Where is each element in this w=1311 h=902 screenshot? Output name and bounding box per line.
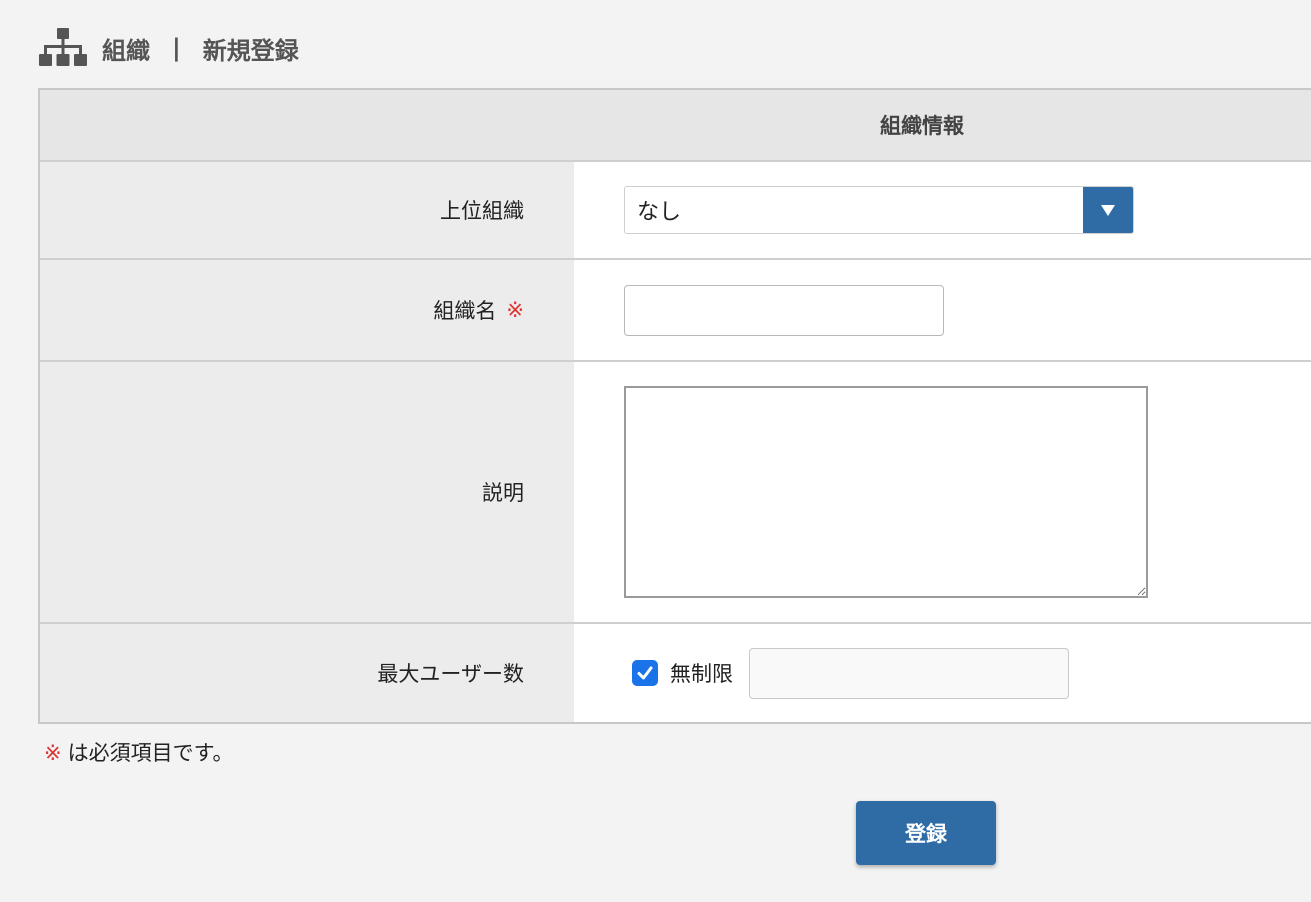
- parent-org-selected-value: なし: [637, 200, 682, 225]
- org-name-input[interactable]: [624, 284, 944, 336]
- row-org-name: 組織名 ※: [40, 260, 1311, 362]
- sitemap-icon: [39, 28, 87, 66]
- page: 組織 | 新規登録 組織情報 上位組織 なし 組織名 ※ 説明 最大ユーザー数 …: [0, 0, 1311, 902]
- chevron-down-icon: [1101, 204, 1115, 216]
- required-note: ※ は必須項目です。: [44, 737, 234, 767]
- page-header: 組織 | 新規登録: [38, 26, 299, 70]
- unlimited-label: 無制限: [670, 662, 733, 686]
- parent-org-label-cell: 上位組織: [40, 162, 574, 258]
- unlimited-checkbox[interactable]: [632, 660, 658, 686]
- description-textarea[interactable]: [624, 386, 1148, 598]
- checkmark-icon: [637, 666, 653, 680]
- parent-org-select[interactable]: なし: [624, 186, 1134, 234]
- page-title: 新規登録: [202, 36, 299, 65]
- description-field-cell: [574, 362, 1311, 622]
- header-section-title: 組織: [102, 36, 150, 65]
- max-users-field-cell: 無制限: [574, 624, 1311, 722]
- unlimited-checkbox-group[interactable]: 無制限: [632, 658, 733, 688]
- description-label: 説明: [482, 481, 524, 505]
- max-users-label: 最大ユーザー数: [377, 662, 524, 686]
- required-mark: ※: [506, 298, 524, 322]
- required-note-text: は必須項目です。: [67, 741, 234, 765]
- row-max-users: 最大ユーザー数 無制限: [40, 624, 1311, 724]
- select-arrow-button[interactable]: [1083, 187, 1133, 233]
- description-label-cell: 説明: [40, 362, 574, 622]
- required-note-mark: ※: [44, 741, 62, 765]
- org-name-label: 組織名: [433, 299, 497, 323]
- parent-org-label: 上位組織: [440, 199, 524, 223]
- org-info-form: 組織情報 上位組織 なし 組織名 ※ 説明 最大ユーザー数 無制限: [38, 88, 1311, 724]
- org-name-label-cell: 組織名 ※: [40, 260, 574, 360]
- max-users-label-cell: 最大ユーザー数: [40, 624, 574, 722]
- max-users-input[interactable]: [749, 647, 1069, 699]
- row-parent-org: 上位組織 なし: [40, 162, 1311, 260]
- header-separator: |: [172, 34, 181, 62]
- form-table-header: 組織情報: [40, 90, 1311, 162]
- row-description: 説明: [40, 362, 1311, 624]
- org-name-field-cell: [574, 260, 1311, 360]
- form-table-heading: 組織情報: [880, 114, 964, 138]
- parent-org-field-cell: なし: [574, 162, 1311, 258]
- register-button[interactable]: 登録: [856, 801, 996, 865]
